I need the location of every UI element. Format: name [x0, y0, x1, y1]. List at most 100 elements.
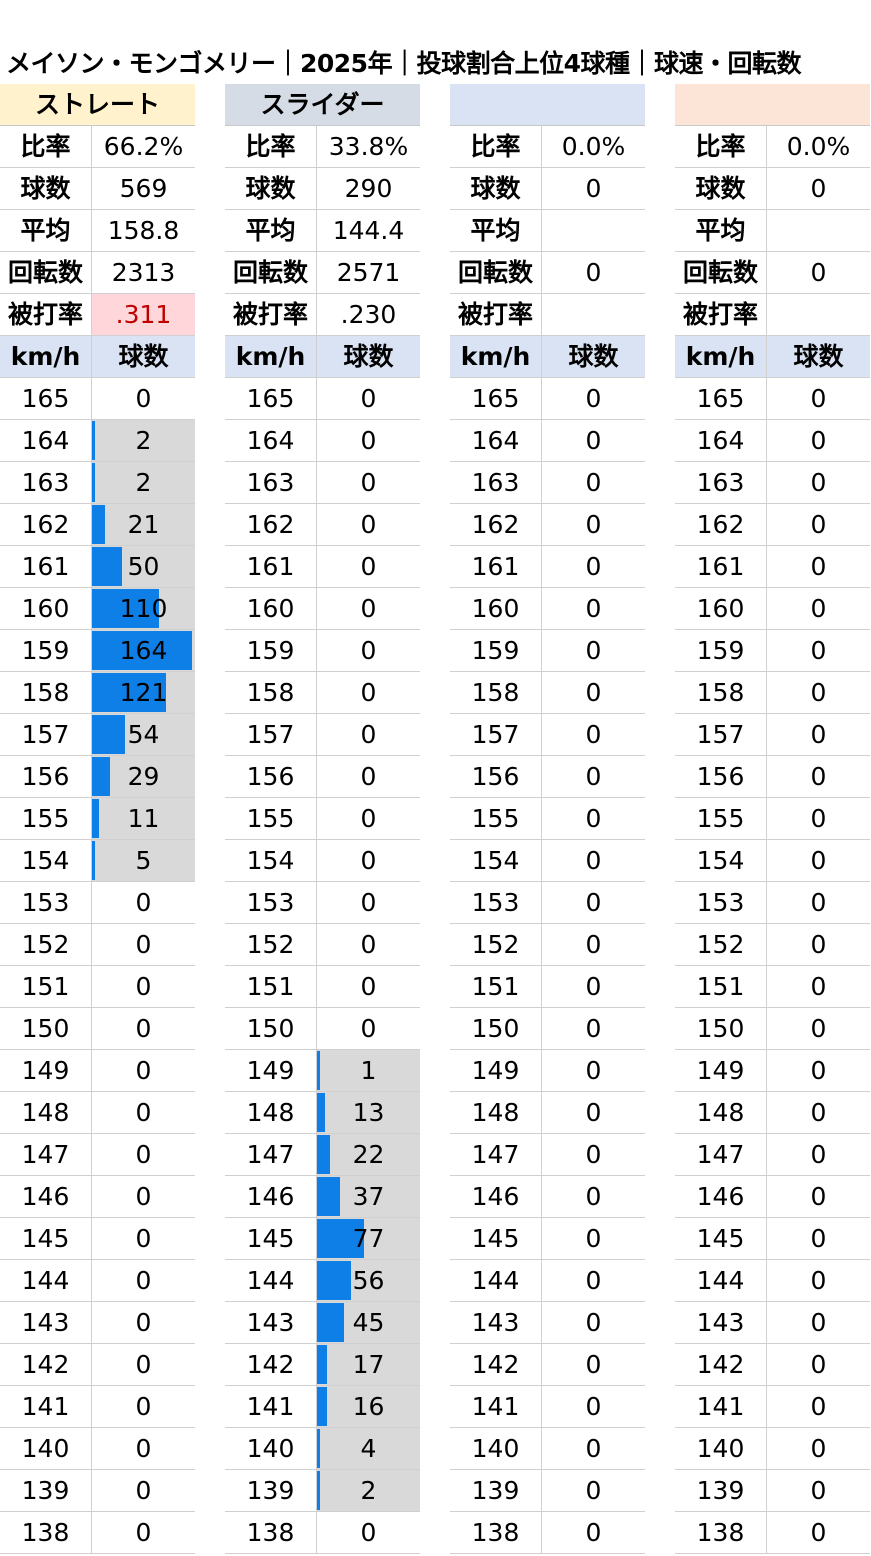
- count-value: 0: [135, 1056, 152, 1085]
- speed-label: 139: [675, 1470, 767, 1511]
- stat-label: 比率: [225, 126, 317, 167]
- pitch-count-cell: 0: [542, 882, 645, 923]
- speed-label: 165: [675, 378, 767, 419]
- speed-row-158: 158 0: [675, 672, 870, 714]
- count-value: 0: [585, 1014, 602, 1043]
- pitch-count-cell: 21: [92, 504, 195, 545]
- speed-row-159: 159 0: [675, 630, 870, 672]
- pitch-count-cell: 0: [542, 546, 645, 587]
- count-value: 0: [585, 720, 602, 749]
- speed-row-151: 151 0: [0, 966, 195, 1008]
- count-column-label: 球数: [568, 342, 619, 371]
- speed-row-161: 161 0: [675, 546, 870, 588]
- count-bar: [317, 1177, 340, 1216]
- stat-value-ratio: 33.8%: [328, 132, 409, 161]
- pitch-count-cell: 0: [317, 1008, 420, 1049]
- pitch-count-cell: 4: [317, 1428, 420, 1469]
- count-value: 0: [135, 1476, 152, 1505]
- stat-row-ba: 被打率 .311: [0, 294, 195, 336]
- speed-row-143: 143 0: [675, 1302, 870, 1344]
- count-value: 13: [352, 1098, 385, 1127]
- count-value: 121: [119, 678, 168, 707]
- stat-label: 比率: [0, 126, 92, 167]
- speed-row-140: 140 0: [0, 1428, 195, 1470]
- speed-row-142: 142 17: [225, 1344, 420, 1386]
- speed-row-151: 151 0: [450, 966, 645, 1008]
- speed-row-139: 139 0: [675, 1470, 870, 1512]
- stat-row-count: 球数 0: [450, 168, 645, 210]
- stat-label: 回転数: [0, 252, 92, 293]
- speed-label: 140: [225, 1428, 317, 1469]
- speed-row-142: 142 0: [0, 1344, 195, 1386]
- stat-row-ratio: 比率 0.0%: [450, 126, 645, 168]
- speed-label: 138: [225, 1512, 317, 1553]
- count-bar: [92, 463, 95, 502]
- count-value: 0: [585, 888, 602, 917]
- speed-label: 152: [225, 924, 317, 965]
- pitch-count-cell: 0: [92, 882, 195, 923]
- pitch-count-cell: 0: [542, 840, 645, 881]
- count-bar: [317, 1093, 325, 1132]
- speed-row-156: 156 0: [225, 756, 420, 798]
- stat-row-count: 球数 0: [675, 168, 870, 210]
- speed-label: 149: [450, 1050, 542, 1091]
- stat-label: 回転数: [675, 252, 767, 293]
- stat-label: 平均: [0, 210, 92, 251]
- stat-label: 回転数: [225, 252, 317, 293]
- stat-row-ratio: 比率 33.8%: [225, 126, 420, 168]
- count-value: 0: [585, 1182, 602, 1211]
- speed-row-155: 155 0: [675, 798, 870, 840]
- pitch-count-cell: 0: [92, 1428, 195, 1469]
- pitch-count-cell: 22: [317, 1134, 420, 1175]
- speed-row-147: 147 22: [225, 1134, 420, 1176]
- speed-label: 160: [225, 588, 317, 629]
- pitch-count-cell: 0: [317, 588, 420, 629]
- count-value: 0: [585, 1476, 602, 1505]
- speed-label: 161: [450, 546, 542, 587]
- speed-label: 160: [0, 588, 92, 629]
- pitch-count-cell: 0: [767, 1176, 870, 1217]
- pitch-count-cell: 0: [542, 378, 645, 419]
- speed-row-144: 144 0: [675, 1260, 870, 1302]
- pitch-count-cell: 0: [92, 1512, 195, 1553]
- count-column-label: 球数: [343, 342, 394, 371]
- count-value: 0: [810, 1476, 827, 1505]
- speed-row-143: 143 45: [225, 1302, 420, 1344]
- pitch-count-cell: 50: [92, 546, 195, 587]
- count-value: 0: [810, 594, 827, 623]
- count-value: 0: [585, 930, 602, 959]
- speed-label: 156: [0, 756, 92, 797]
- pitch-count-cell: 0: [542, 1092, 645, 1133]
- speed-label: 138: [0, 1512, 92, 1553]
- speed-label: 142: [225, 1344, 317, 1385]
- stat-label: 球数: [225, 168, 317, 209]
- stat-row-count: 球数 569: [0, 168, 195, 210]
- pitch-count-cell: 0: [92, 1008, 195, 1049]
- pitch-count-cell: 0: [767, 714, 870, 755]
- pitch-count-cell: 0: [92, 1050, 195, 1091]
- stat-value-ba: .230: [340, 300, 397, 329]
- pitch-count-cell: 0: [767, 1386, 870, 1427]
- speed-label: 165: [450, 378, 542, 419]
- pitch-type-header: ストレート: [0, 84, 195, 126]
- stat-value-ratio: 0.0%: [786, 132, 851, 161]
- count-value: 0: [360, 972, 377, 1001]
- speed-label: 150: [450, 1008, 542, 1049]
- speed-label: 157: [450, 714, 542, 755]
- count-value: 0: [360, 762, 377, 791]
- count-value: 0: [810, 846, 827, 875]
- speed-label: 156: [450, 756, 542, 797]
- speed-label: 150: [675, 1008, 767, 1049]
- count-value: 0: [585, 1308, 602, 1337]
- pitch-count-cell: 0: [767, 1218, 870, 1259]
- speed-label: 164: [225, 420, 317, 461]
- pitch-count-cell: 0: [92, 924, 195, 965]
- speed-label: 158: [0, 672, 92, 713]
- count-bar: [317, 1387, 327, 1426]
- pitch-count-cell: 0: [542, 1344, 645, 1385]
- stat-row-avg: 平均: [675, 210, 870, 252]
- count-value: 0: [585, 846, 602, 875]
- count-value: 0: [810, 510, 827, 539]
- speed-row-157: 157 54: [0, 714, 195, 756]
- stat-value-avg: [542, 210, 645, 251]
